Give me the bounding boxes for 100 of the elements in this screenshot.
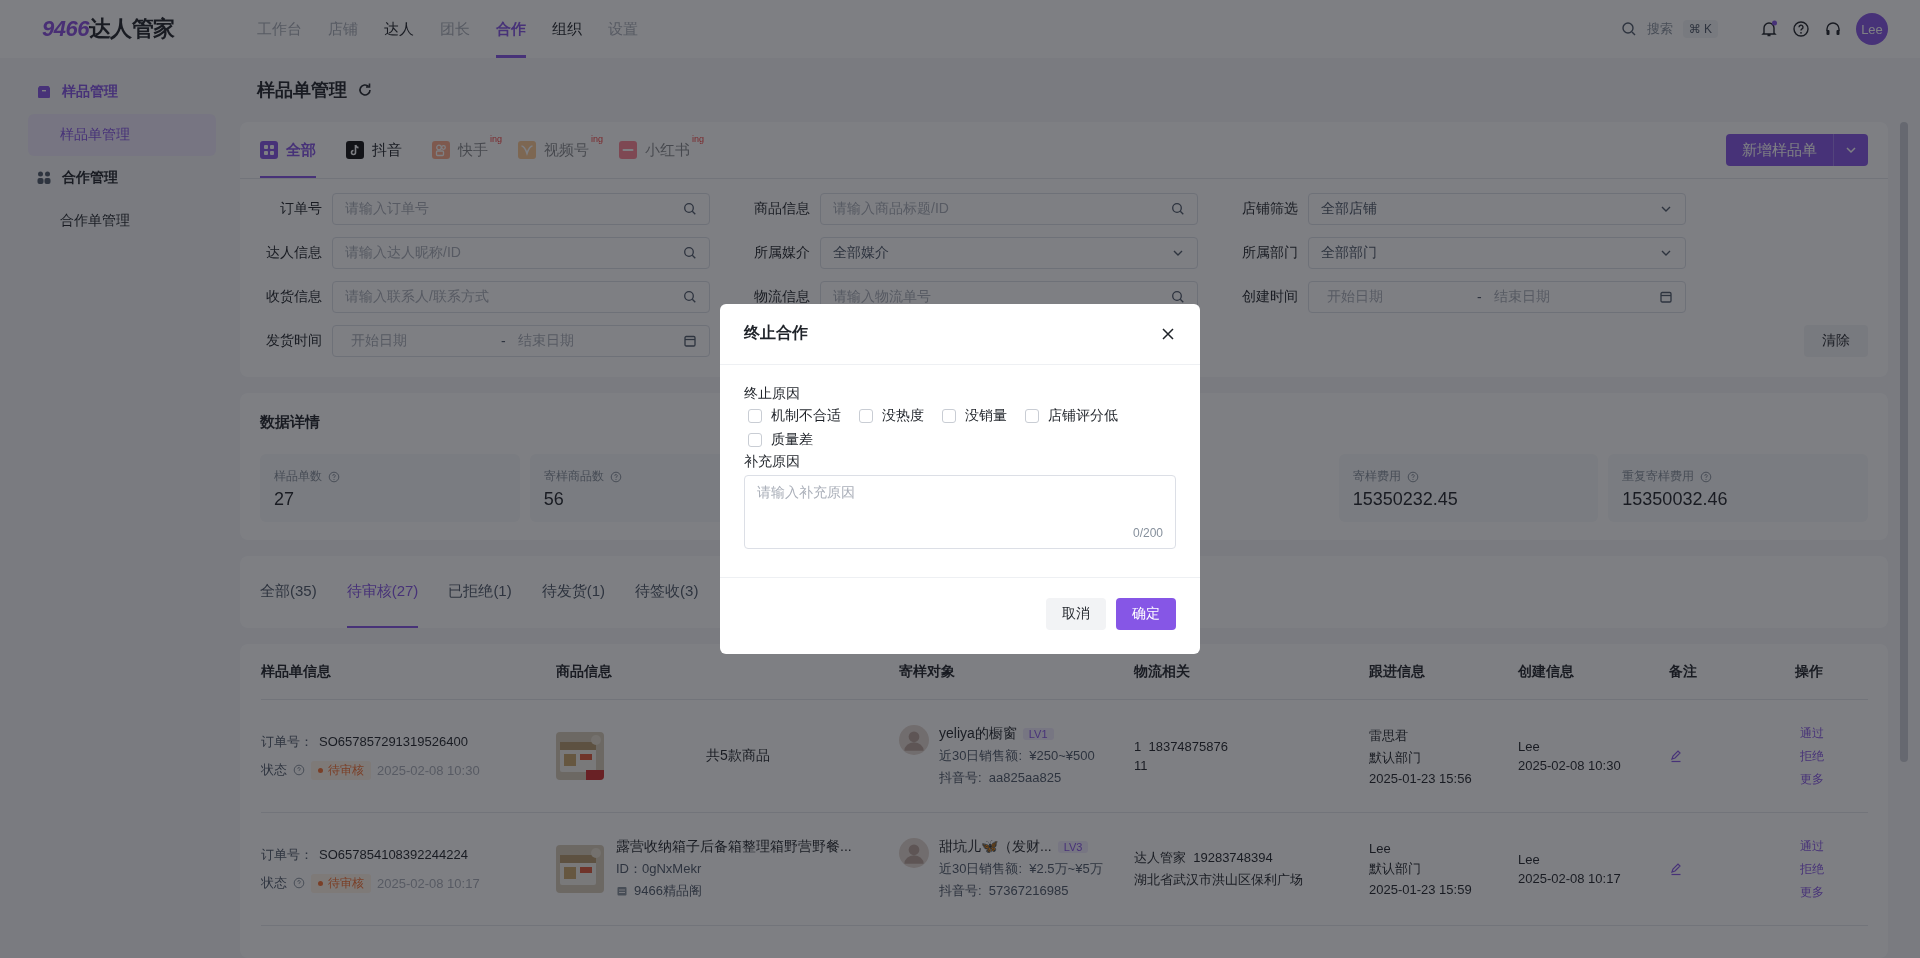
clear-button[interactable]: 清除 — [1804, 325, 1868, 357]
nav-tab[interactable]: 组织 — [552, 0, 582, 58]
action-link[interactable]: 拒绝 — [1799, 860, 1824, 878]
action-link[interactable]: 通过 — [1799, 837, 1824, 855]
help-icon[interactable] — [1406, 470, 1419, 483]
account-id: 抖音号: aa825aa825 — [939, 769, 1062, 787]
action-link[interactable]: 通过 — [1799, 724, 1824, 742]
level-badge: LV3 — [1057, 841, 1089, 853]
status-tab[interactable]: 全部(35) — [260, 556, 317, 628]
creator-name[interactable]: yeliya的橱窗 — [939, 725, 1017, 743]
column-header: 商品信息 — [556, 662, 613, 681]
help-icon[interactable] — [293, 877, 305, 889]
sidebar-group[interactable]: 合作管理 — [28, 158, 216, 198]
logo[interactable]: 9466达人管家 — [42, 14, 257, 44]
created-text: Lee — [1518, 852, 1540, 867]
select-field[interactable]: 全部店铺 — [1308, 193, 1686, 225]
filter-label: 店铺筛选 — [1241, 200, 1298, 218]
reason-checkbox[interactable]: 质量差 — [748, 430, 813, 449]
level-badge: LV1 — [1022, 728, 1054, 740]
close-icon[interactable] — [1160, 325, 1176, 342]
note-textarea[interactable]: 请输入补充原因 0/200 — [744, 474, 1176, 549]
filter-label: 订单号 — [279, 200, 322, 218]
edit-icon[interactable] — [1669, 862, 1683, 876]
created-text: Lee — [1518, 739, 1540, 754]
action-link[interactable]: 拒绝 — [1799, 747, 1824, 765]
avatar — [899, 725, 929, 755]
order-number: SO657854108392244224 — [319, 847, 468, 862]
status-tab[interactable]: 待签收(3) — [635, 556, 699, 628]
cancel-button[interactable]: 取消 — [1046, 597, 1106, 630]
help-icon[interactable] — [609, 470, 622, 483]
status-label: 状态 — [261, 874, 287, 892]
order-number: SO657857291319526400 — [319, 734, 468, 749]
search-icon — [683, 202, 697, 216]
status-tab[interactable]: 待发货(1) — [541, 556, 606, 628]
sales-range: 近30日销售额: ¥250~¥500 — [939, 747, 1095, 765]
action-link[interactable]: 更多 — [1799, 883, 1824, 901]
status-tag: 待审核 — [311, 873, 371, 893]
confirm-button[interactable]: 确定 — [1116, 597, 1176, 630]
section-title: 数据详情 — [260, 413, 320, 432]
stat-value: 56 — [543, 489, 564, 510]
filter-label: 物流信息 — [753, 288, 810, 306]
select-field[interactable]: 全部部门 — [1308, 237, 1686, 269]
column-header: 物流相关 — [1134, 662, 1191, 681]
search-icon — [683, 290, 697, 304]
calendar-icon — [1659, 290, 1673, 304]
follow-up-text: 默认部门 — [1369, 860, 1421, 878]
stat-value: 15350032.46 — [1622, 489, 1728, 510]
sidebar-group[interactable]: 样品管理 — [28, 72, 216, 112]
headset-icon[interactable] — [1824, 20, 1842, 38]
help-icon[interactable] — [328, 470, 340, 483]
select-field[interactable]: 全部媒介 — [820, 237, 1198, 269]
sidebar-item[interactable]: 样品单管理 — [28, 114, 216, 156]
reason-checkbox[interactable]: 没销量 — [942, 406, 1007, 425]
status-tag: 待审核 — [311, 760, 371, 780]
edit-icon[interactable] — [1669, 749, 1683, 763]
follow-up-text: 2025-01-23 15:56 — [1369, 770, 1472, 786]
creator-name[interactable]: 甜坑儿🦋（发财... — [939, 838, 1052, 856]
dropdown-button[interactable] — [1834, 134, 1868, 166]
status-tab[interactable]: 待审核(27) — [346, 556, 419, 628]
superscript-label: ing — [490, 134, 502, 144]
create-sample-button[interactable]: 新增样品单 — [1726, 134, 1834, 166]
search-icon — [683, 246, 697, 260]
status-tab[interactable]: 已拒绝(1) — [448, 556, 512, 628]
refresh-icon[interactable] — [357, 82, 373, 98]
action-link[interactable]: 更多 — [1799, 770, 1824, 788]
column-header: 寄样对象 — [899, 662, 956, 681]
stat-value: 15350232.45 — [1352, 489, 1458, 510]
nav-tab[interactable]: 合作 — [496, 0, 526, 58]
nav-tab[interactable]: 达人 — [384, 0, 414, 58]
filter-label: 商品信息 — [753, 200, 810, 218]
search-icon — [1171, 202, 1185, 216]
reason-checkbox[interactable]: 机制不合适 — [748, 406, 841, 425]
created-text: 2025-02-08 10:30 — [1518, 758, 1621, 773]
grid-icon — [260, 141, 278, 159]
range-separator: - — [501, 333, 506, 349]
stat-value: 27 — [274, 489, 295, 510]
product-id: ID：0gNxMekr — [616, 860, 703, 878]
filter-label: 达人信息 — [265, 244, 322, 262]
shortcut-badge: ⌘ K — [1682, 20, 1718, 38]
reason-checkbox[interactable]: 店铺评分低 — [1025, 406, 1118, 425]
column-header: 样品单信息 — [261, 662, 332, 681]
platform-tab[interactable]: 全部 — [260, 122, 316, 178]
superscript-label: ing — [692, 134, 704, 144]
column-header: 跟进信息 — [1369, 662, 1426, 681]
help-icon[interactable] — [1792, 20, 1810, 38]
box-icon — [36, 84, 52, 100]
logistics-text: 1 18374875876 — [1134, 739, 1228, 754]
logistics-text: 11 — [1134, 758, 1148, 773]
sidebar-item[interactable]: 合作单管理 — [28, 200, 216, 242]
help-icon[interactable] — [293, 764, 305, 776]
user-avatar[interactable]: Lee — [1856, 13, 1888, 45]
follow-up-text: Lee — [1369, 841, 1391, 856]
logistics-text: 湖北省武汉市洪山区保利广场 — [1134, 871, 1303, 889]
platform-tab[interactable]: 抖音 — [346, 122, 402, 178]
help-icon[interactable] — [1700, 470, 1713, 483]
product-title[interactable]: 露营收纳箱子后备箱整理箱野营野餐... — [616, 838, 852, 856]
reason-checkbox[interactable]: 没热度 — [859, 406, 924, 425]
logistics-text: 达人管家 19283748394 — [1134, 849, 1273, 867]
avatar — [899, 838, 929, 868]
bell-icon[interactable] — [1760, 20, 1778, 38]
